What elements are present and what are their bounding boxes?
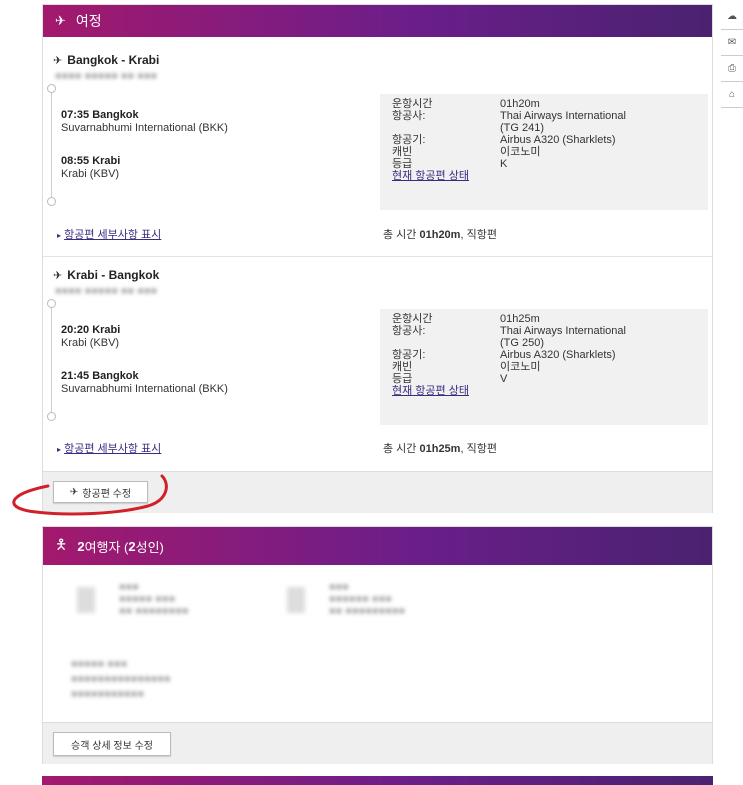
info-value: 이코노미 xyxy=(500,361,541,373)
itinerary-header: ✈ 여정 xyxy=(43,5,712,37)
info-value: K xyxy=(500,158,508,170)
info-value: Airbus A320 (Sharklets) xyxy=(500,349,616,361)
leg-title: ✈ Bangkok - Krabi xyxy=(53,53,160,67)
info-value: (TG 241) xyxy=(500,122,545,134)
total-prefix: 총 시간 xyxy=(383,229,420,241)
adult-label: 성인) xyxy=(135,539,164,555)
traveler-card: ●●● ●●●●●● ●●● ●● ●●●●●●●●● xyxy=(283,581,443,625)
flight-status-link[interactable]: 현재 항공편 상태 xyxy=(392,170,469,182)
travelers-panel: 🯅 2 여행자 (2 성인) ●●● ●●●●● ●●● ●● ●●●●●●●● ●… xyxy=(42,526,713,764)
travelers-footer: 승객 상세 정보 수정 xyxy=(43,722,712,764)
total-duration-value: 01h20m xyxy=(419,229,461,241)
travelers-header: 🯅 2 여행자 (2 성인) xyxy=(43,527,712,565)
print-icon[interactable]: ⎙ xyxy=(721,56,743,82)
arrival-plane-icon: ✈ xyxy=(53,270,63,282)
info-value: V xyxy=(500,373,508,385)
arrival-airport: Krabi (KBV) xyxy=(61,168,120,180)
timeline-end-dot xyxy=(47,412,56,421)
flight-details-link[interactable]: 항공편 세부사항 표시 xyxy=(64,443,161,455)
cloud-icon[interactable]: ☁ xyxy=(721,4,743,30)
edit-passenger-label: 승객 상세 정보 수정 xyxy=(71,740,153,752)
leg-return: ✈ Krabi - Bangkok ●●●● ●●●●● ●● ●●● 20:2… xyxy=(43,266,712,471)
departure-airport: Krabi (KBV) xyxy=(61,337,120,349)
timeline-end-dot xyxy=(47,197,56,206)
next-section-header xyxy=(42,776,713,785)
itinerary-title: 여정 xyxy=(75,13,102,29)
timeline-line xyxy=(51,89,52,197)
flight-details-link[interactable]: 항공편 세부사항 표시 xyxy=(64,229,161,241)
arrival-time: 08:55 Krabi xyxy=(61,155,121,167)
caret-right-icon: ▸ xyxy=(57,231,62,240)
info-key: 운항시간 xyxy=(392,98,433,110)
info-key: 캐빈 xyxy=(392,146,413,158)
departure-plane-icon: ✈ xyxy=(53,55,63,67)
info-key: 운항시간 xyxy=(392,313,433,325)
annotation-circle xyxy=(12,474,168,516)
info-key: 캐빈 xyxy=(392,361,413,373)
total-duration-value: 01h25m xyxy=(419,443,461,455)
info-value: Thai Airways International xyxy=(500,110,626,122)
traveler-count: 2 xyxy=(77,538,85,554)
timeline-start-dot xyxy=(47,299,56,308)
leg-date-blurred: ●●●● ●●●●● ●● ●●● xyxy=(55,285,158,297)
timeline-line xyxy=(51,304,52,412)
flight-info-box: 운항시간 01h20m 항공사: Thai Airways Internationa… xyxy=(380,94,708,210)
home-icon[interactable]: ⌂ xyxy=(721,82,743,108)
info-key xyxy=(380,337,500,349)
adult-count: 2 xyxy=(128,538,136,554)
arrival-airport: Suvarnabhumi International (BKK) xyxy=(61,383,228,395)
total-duration: 총 시간 01h20m, 직항편 xyxy=(383,226,497,242)
info-key: 항공기: xyxy=(392,134,426,146)
info-key: 항공사: xyxy=(392,325,426,337)
arrival-time: 21:45 Bangkok xyxy=(61,370,139,382)
contact-info: ●●●●● ●●● ●●●●●●●●●●●●●●● ●●●●●●●●●●● xyxy=(71,658,171,700)
traveler-label: 여행자 ( xyxy=(84,539,129,555)
leg-divider xyxy=(43,256,712,257)
leg-title: ✈ Krabi - Bangkok xyxy=(53,268,160,282)
info-value: (TG 250) xyxy=(500,337,545,349)
total-prefix: 총 시간 xyxy=(383,443,420,455)
flight-details-toggle[interactable]: ▸ 항공편 세부사항 표시 xyxy=(57,440,161,456)
info-key: 항공사: xyxy=(392,110,426,122)
info-value: 이코노미 xyxy=(500,146,541,158)
departure-time: 07:35 Bangkok xyxy=(61,109,139,121)
info-key xyxy=(380,122,500,134)
traveler-card: ●●● ●●●●● ●●● ●● ●●●●●●●● xyxy=(73,581,233,625)
departure-time: 20:20 Krabi xyxy=(61,324,121,336)
info-value: Airbus A320 (Sharklets) xyxy=(500,134,616,146)
mail-icon[interactable]: ✉ xyxy=(721,30,743,56)
info-value: Thai Airways International xyxy=(500,325,626,337)
leg-date-blurred: ●●●● ●●●●● ●● ●●● xyxy=(55,70,158,82)
flight-status-link[interactable]: 현재 항공편 상태 xyxy=(392,385,469,397)
info-value: 01h25m xyxy=(500,313,540,325)
total-suffix: , 직항편 xyxy=(460,443,497,455)
info-key: 등급 xyxy=(392,158,413,170)
total-suffix: , 직항편 xyxy=(460,229,497,241)
person-icon: 🯅 xyxy=(55,536,68,552)
flight-details-toggle[interactable]: ▸ 항공편 세부사항 표시 xyxy=(57,226,161,242)
timeline-start-dot xyxy=(47,84,56,93)
flight-info-box: 운항시간 01h25m 항공사: Thai Airways Internationa… xyxy=(380,309,708,425)
edit-passenger-button[interactable]: 승객 상세 정보 수정 xyxy=(53,732,171,756)
total-duration: 총 시간 01h25m, 직항편 xyxy=(383,440,497,456)
itinerary-panel: ✈ 여정 ✈ Bangkok - Krabi ●●●● ●●●●● ●● ●●●… xyxy=(42,4,713,513)
info-key: 항공기: xyxy=(392,349,426,361)
info-key: 등급 xyxy=(392,373,413,385)
info-value: 01h20m xyxy=(500,98,540,110)
caret-right-icon: ▸ xyxy=(57,445,62,454)
departure-airport: Suvarnabhumi International (BKK) xyxy=(61,122,228,134)
side-toolbar: ☁ ✉ ⎙ ⌂ xyxy=(721,4,743,108)
leg-outbound: ✈ Bangkok - Krabi ●●●● ●●●●● ●● ●●● 07:3… xyxy=(43,51,712,256)
airplane-icon: ✈ xyxy=(55,13,66,28)
